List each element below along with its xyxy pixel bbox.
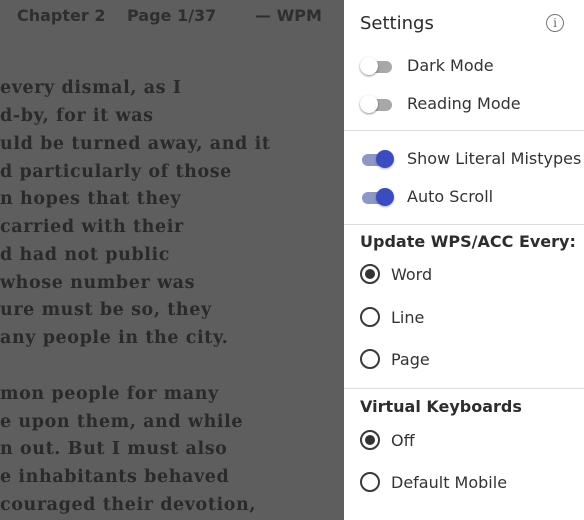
reading-mode-switch[interactable] [360,94,392,113]
text-line: d-by, for it was [0,106,154,126]
auto-scroll-switch[interactable] [360,187,394,206]
text-line: n hopes that they [0,189,182,209]
text-line: n out. But I must also [0,439,228,459]
toggle-label: Auto Scroll [407,186,494,206]
radio-label: Off [391,430,415,450]
divider [344,388,584,389]
toggle-dark-mode[interactable]: Dark Mode [360,52,494,78]
toggle-show-literal-mistypes[interactable]: Show Literal Mistypes [360,145,581,171]
divider [344,224,584,225]
toggle-label: Show Literal Mistypes [407,148,582,168]
toggle-label: Dark Mode [407,55,494,75]
radio-option-line[interactable]: Line [360,305,424,329]
toggle-auto-scroll[interactable]: Auto Scroll [360,183,493,209]
text-line: d particularly of those [0,162,232,182]
text-line: ure must be so, they [0,300,212,320]
radio-label: Page [391,349,430,369]
reader-view: Chapter 2 Page 1/37 — WPM every dismal, … [0,0,344,520]
radio-button[interactable] [360,307,380,327]
text-line: e upon them, and while [0,412,244,432]
toggle-label: Reading Mode [407,93,521,113]
radio-button[interactable] [360,349,380,369]
text-line: carried with their [0,217,184,237]
radio-option-off[interactable]: Off [360,428,415,452]
dark-mode-switch[interactable] [360,56,392,75]
text-line: d had not public [0,245,171,265]
radio-label: Default Mobile [391,472,508,492]
text-line: mon people for many [0,384,219,404]
radio-label: Word [391,264,433,284]
reader-header: Chapter 2 Page 1/37 — WPM [0,0,344,32]
text-line: any people in the city. [0,328,229,348]
radio-option-default-mobile[interactable]: Default Mobile [360,470,507,494]
radio-option-page[interactable]: Page [360,347,430,371]
text-line: every dismal, as I [0,78,182,98]
radio-label: Line [391,307,425,327]
toggle-reading-mode[interactable]: Reading Mode [360,90,521,116]
radio-button[interactable] [360,264,380,284]
radio-button[interactable] [360,430,380,450]
text-line: uld be turned away, and it [0,134,271,154]
divider [344,130,584,131]
settings-title: Settings [360,13,434,34]
text-line: e inhabitants behaved [0,467,230,487]
keyboard-section-title: Virtual Keyboards [360,397,522,416]
radio-option-word[interactable]: Word [360,262,432,286]
wpm-indicator: — WPM [255,6,322,25]
text-line: couraged their devotion, [0,495,257,515]
update-section-title: Update WPS/ACC Every: [360,232,576,251]
radio-button[interactable] [360,472,380,492]
chapter-label: Chapter 2 [17,6,106,25]
info-icon[interactable]: i [546,14,564,32]
page-indicator: Page 1/37 [127,6,217,25]
settings-panel: Settings i Dark Mode Reading Mode Show L… [344,0,584,520]
show-literal-mistypes-switch[interactable] [360,149,394,168]
text-line: whose number was [0,273,196,293]
